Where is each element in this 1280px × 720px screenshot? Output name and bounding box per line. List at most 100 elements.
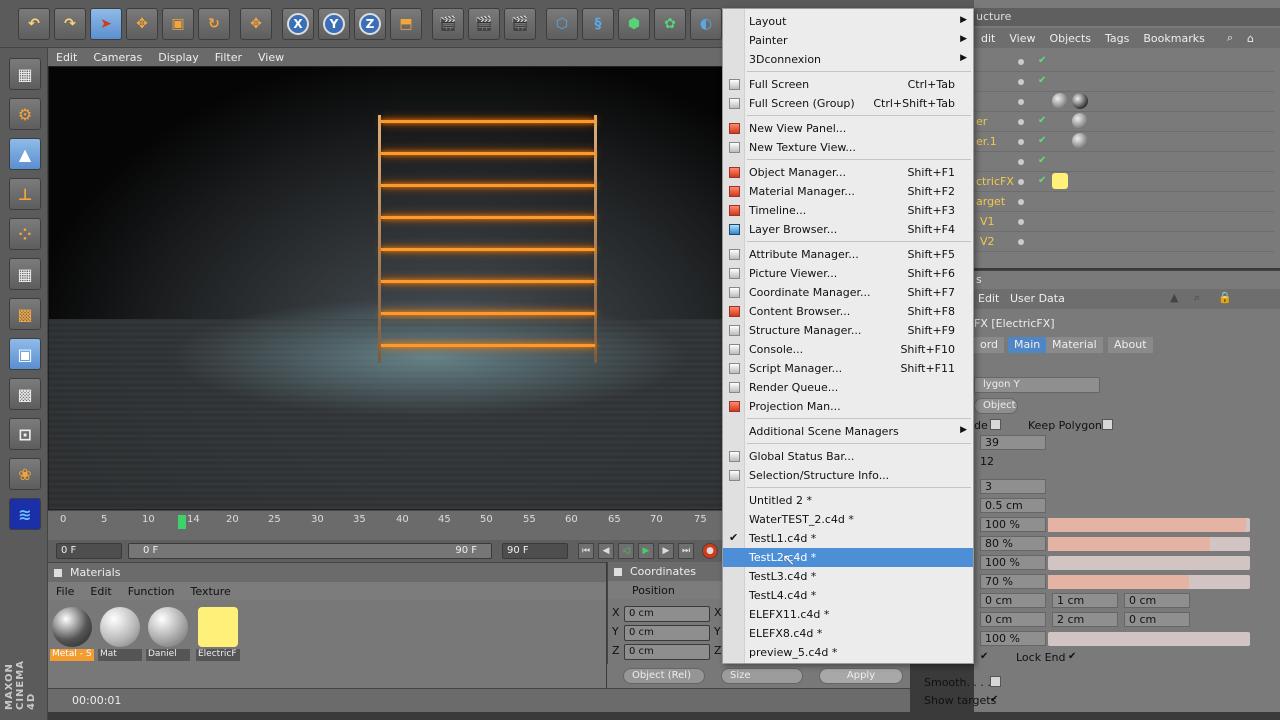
percent-field[interactable]: 100 %: [980, 631, 1046, 646]
visibility-dot[interactable]: [1018, 159, 1024, 165]
lock-end-check-icon[interactable]: ✔: [1068, 651, 1076, 662]
percent-field[interactable]: 100 %: [980, 517, 1046, 532]
show-targets-check-icon[interactable]: ✔: [990, 694, 998, 705]
object-row[interactable]: V2: [974, 232, 1274, 252]
am-menu-edit[interactable]: Edit: [978, 292, 999, 305]
timeline-ruler[interactable]: 0 5 10 14 20 25 30 35 40 45 50 55 60 65 …: [48, 510, 724, 540]
material-swatch[interactable]: Mat: [98, 605, 142, 663]
materials-menu-function[interactable]: Function: [120, 585, 183, 598]
rotate-icon[interactable]: ↻: [198, 8, 230, 40]
menu-item-document[interactable]: ELEFX8.c4d *: [723, 624, 973, 643]
percent-slider[interactable]: [1048, 537, 1250, 551]
tab-material[interactable]: Material: [1046, 337, 1103, 353]
redo-icon[interactable]: ↷: [54, 8, 86, 40]
menu-item-full-screen[interactable]: Full Screen Ctrl+Tab: [723, 75, 973, 94]
viewport-menu-edit[interactable]: Edit: [48, 51, 85, 64]
percent-slider[interactable]: [1048, 556, 1250, 570]
object-row[interactable]: ✔: [974, 72, 1274, 92]
menu-item-picture-viewer[interactable]: Picture Viewer... Shift+F6: [723, 264, 973, 283]
percent-slider[interactable]: [1048, 632, 1250, 646]
visibility-dot[interactable]: [1018, 79, 1024, 85]
deformer-icon[interactable]: ◐: [690, 8, 722, 40]
animation-icon[interactable]: ❀: [9, 458, 41, 490]
tab-coord[interactable]: ord: [974, 337, 1005, 353]
vector-x-field[interactable]: 0 cm: [980, 593, 1046, 608]
search-icon[interactable]: ⌕: [1220, 31, 1240, 45]
menu-item-projection-man[interactable]: Projection Man...: [723, 397, 973, 416]
scale-icon[interactable]: ▣: [162, 8, 194, 40]
tab-main[interactable]: Main: [1008, 337, 1047, 353]
menu-item-content-browser[interactable]: Content Browser... Shift+F8: [723, 302, 973, 321]
menu-item-painter[interactable]: Painter ▶: [723, 31, 973, 50]
vector-y-field[interactable]: 2 cm: [1052, 612, 1118, 627]
object-row[interactable]: er.1 ✔: [974, 132, 1274, 152]
record-icon[interactable]: ●: [702, 543, 718, 559]
materials-menu-edit[interactable]: Edit: [82, 585, 119, 598]
vector-z-field[interactable]: 0 cm: [1124, 612, 1190, 627]
z-axis-lock-button[interactable]: Z: [354, 8, 386, 40]
vector-y-field[interactable]: 1 cm: [1052, 593, 1118, 608]
coordinate-system-icon[interactable]: ⬒: [390, 8, 422, 40]
object-link-button[interactable]: Object: [974, 398, 1018, 414]
menu-item-console[interactable]: Console... Shift+F10: [723, 340, 973, 359]
viewport-menu-filter[interactable]: Filter: [207, 51, 250, 64]
percent-field[interactable]: 100 %: [980, 555, 1046, 570]
object-row[interactable]: ✔: [974, 152, 1274, 172]
home-icon[interactable]: ⌂: [1240, 32, 1261, 45]
material-tag-icon[interactable]: [1072, 93, 1088, 109]
spline-icon[interactable]: §: [582, 8, 614, 40]
object-row[interactable]: ✔: [974, 52, 1274, 72]
enabled-check-icon[interactable]: ✔: [1038, 175, 1046, 186]
mode-checkbox[interactable]: [990, 419, 1001, 430]
menu-item-document[interactable]: TestL3.c4d *: [723, 567, 973, 586]
menu-item-new-view-panel[interactable]: New View Panel...: [723, 119, 973, 138]
lock-icon[interactable]: 🔒: [1218, 291, 1232, 304]
enabled-check-icon[interactable]: ✔: [1038, 55, 1046, 66]
viewport-menu-display[interactable]: Display: [150, 51, 207, 64]
size-dropdown[interactable]: Size: [721, 668, 803, 684]
menu-item-additional-scene-managers[interactable]: Additional Scene Managers ▶: [723, 422, 973, 441]
live-selection-icon[interactable]: ➤: [90, 8, 122, 40]
menu-item-new-texture-view[interactable]: New Texture View...: [723, 138, 973, 157]
x-axis-lock-button[interactable]: X: [282, 8, 314, 40]
points-mode-icon[interactable]: ⁘: [9, 218, 41, 250]
material-tag-icon[interactable]: [1072, 133, 1088, 149]
menu-item-object-manager[interactable]: Object Manager... Shift+F1: [723, 163, 973, 182]
menu-item-render-queue[interactable]: Render Queue...: [723, 378, 973, 397]
subdivision-icon[interactable]: ⬢: [618, 8, 650, 40]
om-menu-bookmarks[interactable]: Bookmarks: [1136, 32, 1211, 45]
check-icon[interactable]: ✔: [980, 651, 988, 662]
render-picture-viewer-icon[interactable]: 🎬: [468, 8, 500, 40]
count-field[interactable]: 39: [980, 435, 1046, 450]
y-axis-lock-button[interactable]: Y: [318, 8, 350, 40]
move-icon[interactable]: ✥: [126, 8, 158, 40]
3d-viewport[interactable]: [48, 66, 724, 510]
visibility-dot[interactable]: [1018, 199, 1024, 205]
menu-item-global-status-bar[interactable]: Global Status Bar...: [723, 447, 973, 466]
undo-icon[interactable]: ↶: [18, 8, 50, 40]
menu-item-document[interactable]: preview_5.c4d *: [723, 643, 973, 662]
polygons-mode-icon[interactable]: ▩: [9, 298, 41, 330]
menu-item-document[interactable]: TestL4.c4d *: [723, 586, 973, 605]
model-mode-icon[interactable]: ▲: [9, 138, 41, 170]
visibility-dot[interactable]: [1018, 219, 1024, 225]
up-arrow-icon[interactable]: ▲: [1170, 291, 1178, 304]
play-backward-icon[interactable]: ◁: [618, 543, 634, 559]
current-frame-field[interactable]: 0 F: [56, 543, 122, 559]
make-editable-icon[interactable]: ⚙: [9, 98, 41, 130]
visibility-dot[interactable]: [1018, 119, 1024, 125]
enabled-check-icon[interactable]: ✔: [1038, 75, 1046, 86]
materials-menu-texture[interactable]: Texture: [183, 585, 239, 598]
menu-item-structure-manager[interactable]: Structure Manager... Shift+F9: [723, 321, 973, 340]
visibility-dot[interactable]: [1018, 179, 1024, 185]
go-to-start-icon[interactable]: ⏮: [578, 543, 594, 559]
menu-item-layer-browser[interactable]: Layer Browser... Shift+F4: [723, 220, 973, 239]
tab-about[interactable]: About: [1108, 337, 1153, 353]
menu-item-document[interactable]: Untitled 2 *: [723, 491, 973, 510]
menu-item-document[interactable]: ELEFX11.c4d *: [723, 605, 973, 624]
workplane-icon[interactable]: ▩: [9, 378, 41, 410]
step-forward-icon[interactable]: ▶: [658, 543, 674, 559]
viewport-menu-view[interactable]: View: [250, 51, 292, 64]
om-menu-tags[interactable]: Tags: [1098, 32, 1136, 45]
search-icon[interactable]: ⌕: [1194, 291, 1200, 305]
